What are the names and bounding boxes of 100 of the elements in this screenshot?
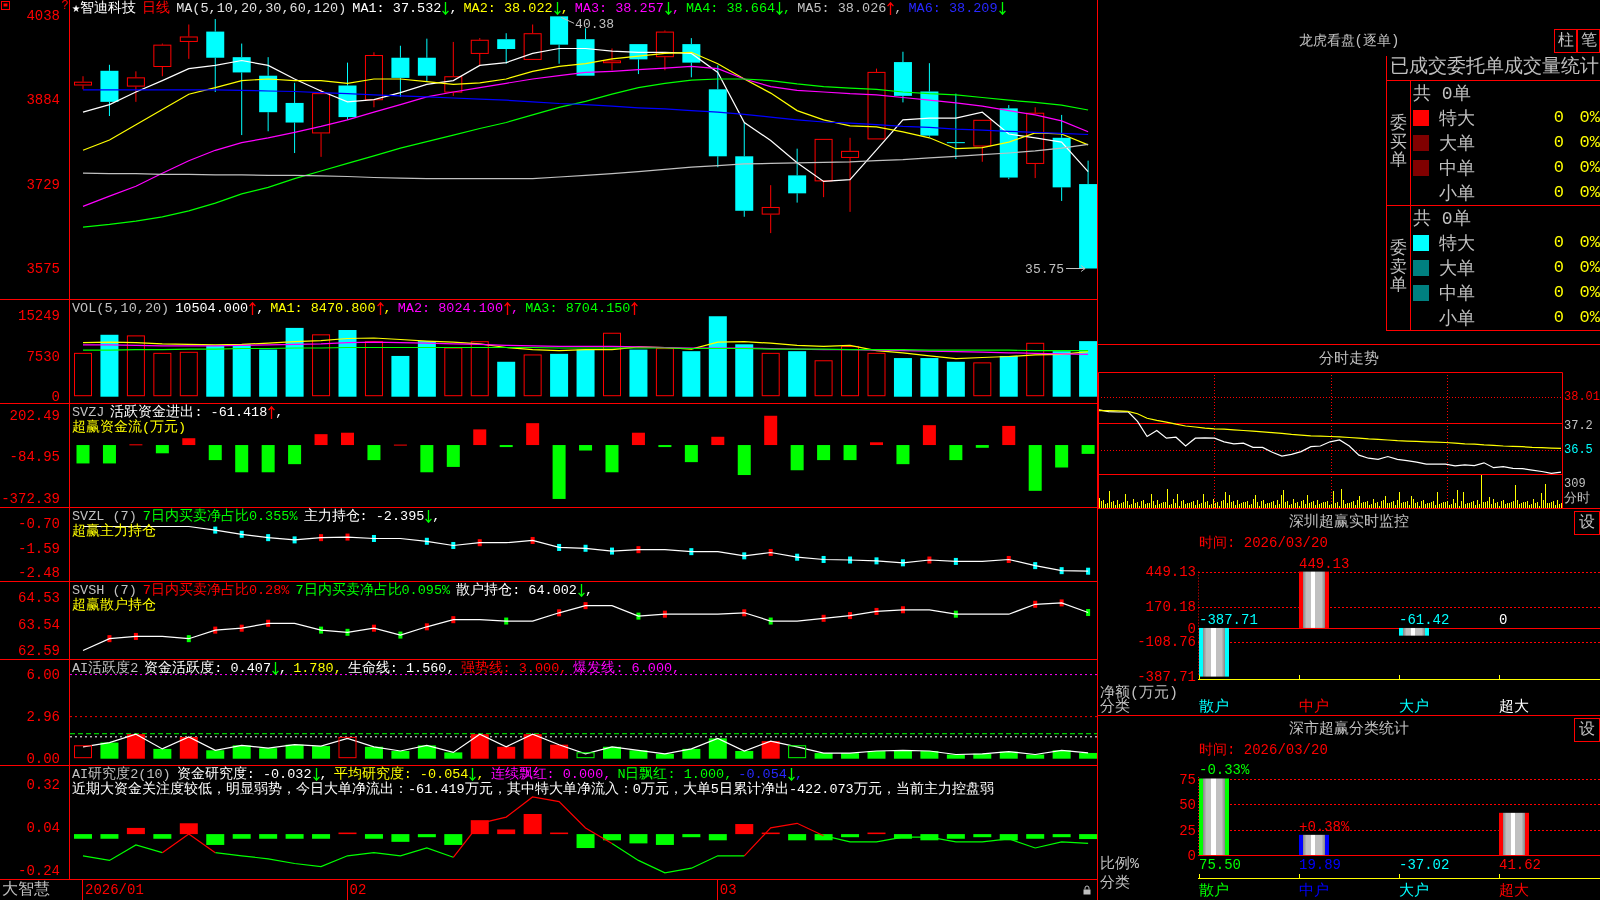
change-marker — [742, 609, 747, 617]
candlestick — [973, 119, 992, 163]
lock-icon[interactable] — [1083, 885, 1091, 895]
volume-bar — [788, 351, 807, 397]
activity-bar — [735, 751, 754, 759]
value-label: 75.50 — [1199, 856, 1241, 873]
legend-text: MA5: 38.026 — [797, 1, 887, 16]
axis-label: 63.54 — [18, 618, 60, 633]
order-size-label: 中单 — [1439, 282, 1475, 305]
fund-flow-bar — [684, 445, 698, 463]
order-count: 0 — [1553, 308, 1564, 327]
research-bar — [999, 834, 1018, 841]
value-label: -61.42 — [1399, 611, 1450, 628]
volume-bar — [232, 344, 251, 397]
legend-text: 7日内买卖净占比0.095% — [295, 583, 451, 598]
change-marker — [689, 548, 694, 556]
axis-label: 50 — [1179, 797, 1196, 814]
volume-bar — [893, 358, 912, 397]
volume-bar — [285, 327, 304, 397]
legend-text: 1.780, — [293, 661, 342, 676]
fund-flow-bar — [235, 445, 249, 473]
research-bar — [126, 827, 145, 835]
fund-flow-bar — [1055, 445, 1069, 468]
fund-flow-bar — [499, 445, 513, 448]
category-bar — [1399, 627, 1429, 636]
order-share: 0% — [1579, 108, 1600, 127]
legend-separator: , — [319, 767, 328, 782]
fund-flow-bar — [102, 445, 116, 464]
change-marker — [610, 547, 614, 555]
legend-text: VOL(5,10,20) — [72, 301, 170, 316]
volume-bar — [523, 354, 542, 397]
volume-bar — [179, 351, 198, 397]
research-bar — [259, 834, 278, 839]
fund-flow-bar — [182, 438, 196, 446]
mode-button[interactable]: 笔 — [1577, 29, 1600, 53]
volume-bar — [1052, 351, 1071, 397]
activity-bar — [946, 754, 965, 759]
category-bar — [1499, 812, 1529, 855]
window-icon[interactable] — [1, 1, 10, 10]
volume-bar — [814, 360, 833, 397]
change-marker — [186, 635, 191, 643]
axis-label: 15249 — [18, 309, 60, 323]
category-bar — [1199, 627, 1229, 677]
candlestick — [603, 47, 621, 71]
legend-text: -0.054 — [738, 767, 787, 782]
axis-label: -108.76 — [1137, 634, 1196, 651]
legend-text: 超赢资金流(万元) — [72, 420, 187, 435]
axis-label: 3884 — [26, 93, 60, 108]
activity-bar — [550, 744, 569, 759]
activity-bar — [391, 751, 410, 759]
change-marker — [821, 555, 826, 563]
change-marker — [953, 610, 958, 618]
candlestick — [761, 184, 780, 234]
price-annotation: 35.75 — [1025, 261, 1065, 277]
legend-text: 主力持仓: -2.395 — [303, 509, 425, 524]
legend-text: AI活跃度2 — [72, 661, 139, 676]
change-marker — [504, 617, 509, 625]
activity-bar — [126, 734, 145, 759]
mode-button[interactable]: 柱 — [1554, 29, 1577, 53]
change-marker — [636, 612, 641, 620]
change-marker — [900, 606, 905, 614]
help-button[interactable]: ? — [61, 0, 69, 12]
research-bar — [682, 834, 701, 838]
category-label: 大户 — [1399, 698, 1429, 715]
research-bar — [497, 829, 516, 835]
settings-button[interactable]: 设 — [1574, 718, 1600, 742]
research-bar — [364, 834, 383, 839]
candlestick — [391, 45, 410, 98]
legend-text: 生命线: 1.560, — [347, 661, 455, 676]
category-label: 中户 — [1299, 882, 1329, 900]
legend-text: N日飘红: 1.000, — [617, 767, 733, 782]
candlestick — [364, 51, 383, 108]
candlestick — [470, 37, 489, 66]
legend-text: MA6: 38.209 — [908, 1, 998, 16]
order-total: 共 0单 — [1413, 208, 1471, 230]
axis-label: 6.00 — [26, 667, 60, 682]
legend-separator: , — [383, 301, 392, 316]
fund-flow-bar — [870, 442, 883, 446]
legend-text: 近期大资金关注度较低，明显弱势，今日大单净流出：-61.419万元，其中特大单净流入：0万元，大单5日累计净出-422.073万元，当前主力控盘弱 — [72, 782, 994, 797]
fund-flow-bar — [208, 445, 222, 461]
candlestick — [867, 68, 886, 140]
research-bar — [576, 834, 595, 849]
settings-button[interactable]: 设 — [1574, 511, 1600, 535]
research-bar — [338, 832, 357, 835]
axis-label: 75 — [1179, 771, 1196, 788]
order-share: 0% — [1579, 283, 1600, 302]
price-annotation: 40.38 — [575, 17, 615, 33]
candlestick — [312, 88, 331, 158]
research-bar — [920, 834, 939, 841]
research-bar — [655, 834, 674, 845]
fund-flow-bar — [737, 445, 751, 476]
activity-bar — [682, 748, 701, 759]
activity-bar — [655, 753, 674, 759]
legend-text: 资金研究度: -0.032 — [176, 767, 312, 782]
candlestick — [655, 30, 674, 71]
activity-bar — [576, 752, 595, 759]
legend-text: 10504.000 — [175, 301, 249, 316]
fund-flow-bar — [605, 445, 619, 473]
axis-label: -387.71 — [1137, 669, 1196, 686]
research-bar — [788, 834, 807, 841]
